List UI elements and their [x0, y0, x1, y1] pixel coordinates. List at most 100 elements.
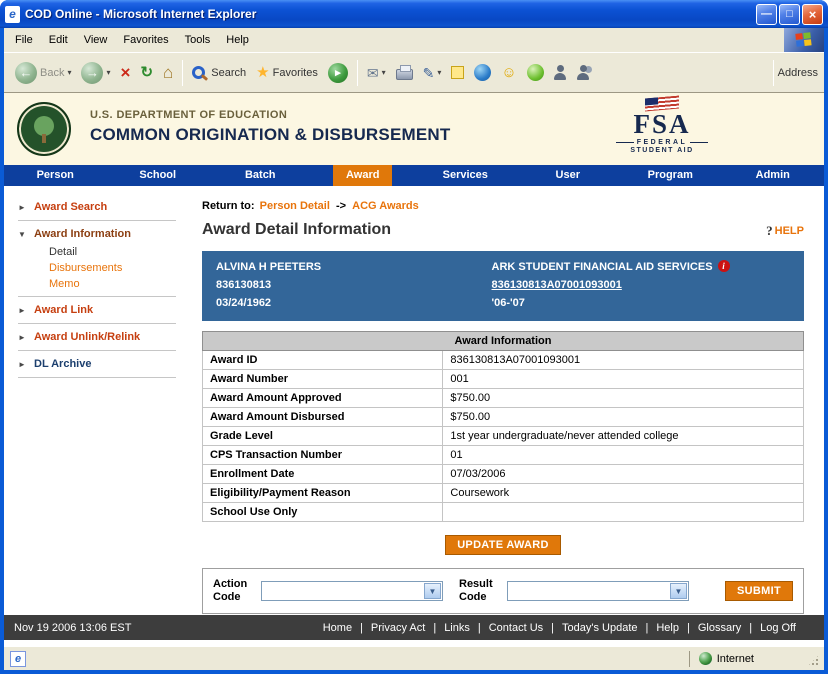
table-row: Eligibility/Payment ReasonCoursework	[203, 484, 804, 503]
sidebar-item-detail[interactable]: Detail	[49, 244, 194, 260]
menu-favorites[interactable]: Favorites	[115, 29, 176, 51]
toolbar: ← Back ▾ → ▾ × ↻ ⌂ Search ★ Favorites ▸ …	[4, 53, 824, 93]
footer-link-log-off[interactable]: Log Off	[760, 622, 796, 634]
footer-link-home[interactable]: Home	[323, 622, 352, 634]
nav-batch[interactable]: Batch	[209, 165, 312, 186]
sidebar-item-disbursements[interactable]: Disbursements	[49, 260, 194, 276]
menu-edit[interactable]: Edit	[41, 29, 76, 51]
status-bar: e Internet	[4, 646, 824, 670]
discuss-button[interactable]	[446, 63, 469, 82]
sidebar-label: Award Unlink/Relink	[34, 331, 140, 343]
footer-link-privacy-act[interactable]: Privacy Act	[371, 622, 425, 634]
help-link[interactable]: ? HELP	[766, 223, 804, 239]
toolbar-separator	[773, 60, 774, 86]
people-button[interactable]	[572, 62, 595, 83]
toolbar-separator	[357, 60, 358, 86]
mail-button[interactable]: ✉ ▾	[362, 63, 391, 83]
breadcrumb-acg-awards[interactable]: ACG Awards	[352, 200, 419, 212]
sidebar-item-award-information[interactable]: ▼ Award Information	[18, 225, 194, 243]
select-arrow-icon[interactable]: ▼	[670, 583, 687, 599]
refresh-button[interactable]: ↻	[135, 62, 158, 83]
nav-school-label: School	[139, 169, 176, 181]
menu-file[interactable]: File	[7, 29, 41, 51]
sidebar-item-award-link[interactable]: ► Award Link	[18, 301, 194, 319]
student-id: 836130813	[216, 276, 492, 294]
menu-tools[interactable]: Tools	[177, 29, 219, 51]
nav-award[interactable]: Award	[312, 165, 415, 186]
help-label: HELP	[775, 225, 804, 237]
favorites-star-icon: ★	[256, 65, 269, 80]
nav-school[interactable]: School	[107, 165, 210, 186]
media-button[interactable]: ▸	[323, 60, 353, 86]
nav-services[interactable]: Services	[414, 165, 517, 186]
fsa-logo: FSA FEDERAL STUDENT AID	[616, 97, 708, 154]
chevron-down-icon: ▼	[18, 230, 27, 239]
mail-dropdown-icon[interactable]: ▾	[382, 68, 386, 77]
forward-dropdown-icon[interactable]: ▾	[106, 68, 110, 77]
sidebar-item-award-search[interactable]: ► Award Search	[18, 198, 194, 216]
footer-link-help[interactable]: Help	[656, 622, 679, 634]
search-button[interactable]: Search	[187, 63, 251, 82]
breadcrumb-person-detail[interactable]: Person Detail	[260, 200, 330, 212]
icq-button[interactable]	[522, 61, 549, 84]
status-icon-glyph: e	[15, 653, 21, 665]
person-button[interactable]	[549, 62, 572, 83]
sidebar-item-memo[interactable]: Memo	[49, 276, 194, 292]
sidebar-item-award-unlink-relink[interactable]: ► Award Unlink/Relink	[18, 328, 194, 346]
edit-dropdown-icon[interactable]: ▾	[437, 68, 441, 77]
forward-button[interactable]: → ▾	[76, 59, 115, 87]
favorites-button[interactable]: ★ Favorites	[251, 62, 323, 83]
page-title: Award Detail Information	[202, 221, 391, 239]
flower-icon	[527, 64, 544, 81]
update-award-button[interactable]: UPDATE AWARD	[445, 535, 561, 555]
nav-user[interactable]: User	[517, 165, 620, 186]
print-button[interactable]	[391, 62, 418, 83]
maximize-button[interactable]: □	[779, 4, 800, 25]
footer-separator: |	[360, 622, 363, 634]
menu-help[interactable]: Help	[218, 29, 257, 51]
nav-admin[interactable]: Admin	[722, 165, 825, 186]
nav-person[interactable]: Person	[4, 165, 107, 186]
edit-pencil-icon: ✎	[423, 66, 435, 80]
footer-link-links[interactable]: Links	[444, 622, 470, 634]
edit-button[interactable]: ✎ ▾	[418, 63, 447, 83]
result-code-select[interactable]: ▼	[507, 581, 689, 601]
title-bar[interactable]: e COD Online - Microsoft Internet Explor…	[0, 0, 828, 28]
forward-icon: →	[81, 62, 103, 84]
table-row: Award Amount Approved$750.00	[203, 389, 804, 408]
action-code-panel: Action Code ▼ Result Code ▼ SUBMIT	[202, 568, 804, 614]
messenger-button[interactable]	[469, 61, 496, 84]
nav-program[interactable]: Program	[619, 165, 722, 186]
footer-separator: |	[687, 622, 690, 634]
smiley-icon: ☺	[501, 65, 516, 80]
select-arrow-icon[interactable]: ▼	[424, 583, 441, 599]
footer-link-contact-us[interactable]: Contact Us	[489, 622, 543, 634]
sidebar-item-dl-archive[interactable]: ► DL Archive	[18, 355, 194, 373]
footer-link-glossary[interactable]: Glossary	[698, 622, 741, 634]
sidebar-divider	[18, 296, 176, 297]
person-icon	[554, 65, 567, 80]
field-label: CPS Transaction Number	[203, 446, 443, 465]
stop-button[interactable]: ×	[116, 61, 136, 84]
table-header: Award Information	[203, 332, 804, 351]
menu-view[interactable]: View	[76, 29, 116, 51]
home-button[interactable]: ⌂	[158, 61, 178, 84]
title-row: Award Detail Information ? HELP	[202, 221, 804, 239]
browser-window: e COD Online - Microsoft Internet Explor…	[0, 0, 828, 674]
print-icon	[396, 69, 413, 80]
back-button[interactable]: ← Back ▾	[10, 59, 76, 87]
search-label: Search	[211, 67, 246, 79]
yahoo-button[interactable]: ☺	[496, 62, 521, 83]
education-seal-logo	[17, 102, 71, 156]
action-code-select[interactable]: ▼	[261, 581, 443, 601]
close-button[interactable]: ×	[802, 4, 823, 25]
back-dropdown-icon[interactable]: ▾	[67, 68, 71, 77]
submit-button[interactable]: SUBMIT	[725, 581, 793, 601]
media-icon: ▸	[328, 63, 348, 83]
info-icon[interactable]: i	[718, 260, 730, 272]
minimize-button[interactable]: —	[756, 4, 777, 25]
footer-link-todays-update[interactable]: Today's Update	[562, 622, 637, 634]
table-row: Award Amount Disbursed$750.00	[203, 408, 804, 427]
award-id-link[interactable]: 836130813A07001093001	[492, 279, 622, 291]
school-row: ARK STUDENT FINANCIAL AID SERVICESi	[492, 258, 790, 276]
